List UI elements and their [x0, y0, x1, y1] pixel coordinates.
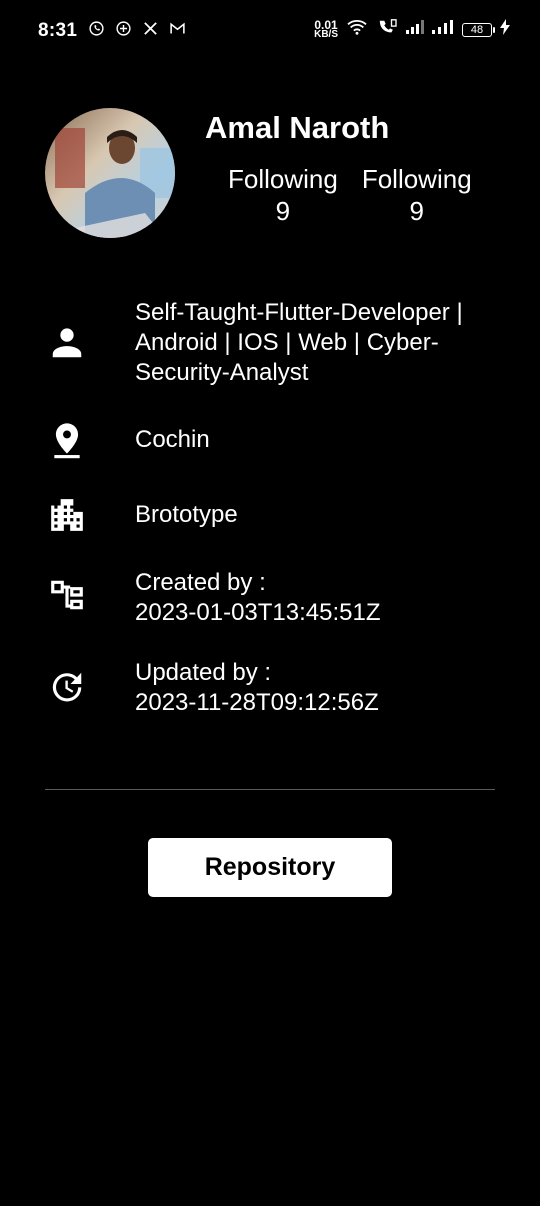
network-speed-unit: KB/S	[314, 28, 338, 40]
stat-value: 9	[275, 196, 291, 226]
company-text: Brototype	[135, 501, 238, 528]
gmail-icon	[169, 20, 186, 42]
whatsapp-icon	[88, 20, 105, 42]
location-pin-icon	[48, 421, 86, 459]
stat-following: Following 9	[362, 163, 472, 227]
status-bar: 8:31 0.01 KB/S 48	[0, 0, 540, 62]
wifi-icon	[346, 18, 368, 41]
created-label: Created by :	[135, 569, 266, 596]
status-time: 8:31	[38, 20, 78, 41]
created-value: 2023-01-03T13:45:51Z	[135, 599, 381, 626]
divider	[45, 789, 495, 790]
updated-value: 2023-11-28T09:12:56Z	[135, 689, 379, 716]
account-tree-icon	[48, 576, 86, 614]
updated-label: Updated by :	[135, 659, 272, 686]
signal-icon	[432, 20, 454, 39]
location-text: Cochin	[135, 426, 210, 453]
updated-text: Updated by : 2023-11-28T09:12:56Z	[135, 658, 495, 718]
profile-name: Amal Naroth	[205, 110, 390, 145]
chat-icon	[115, 20, 132, 42]
signal-icon	[406, 20, 424, 39]
stat-label: Following	[228, 164, 338, 194]
notification-icons	[88, 20, 186, 42]
stat-following: Following 9	[228, 163, 338, 227]
bio-text: Self-Taught-Flutter-Developer | Android …	[135, 299, 463, 386]
battery-level: 48	[470, 23, 484, 36]
network-speed: 0.01 KB/S	[314, 17, 338, 40]
avatar-photo	[55, 128, 175, 238]
charging-icon	[500, 19, 510, 40]
battery-icon: 48	[462, 22, 495, 37]
repository-button[interactable]: Repository	[148, 838, 392, 897]
created-text: Created by : 2023-01-03T13:45:51Z	[135, 568, 495, 628]
stat-value: 9	[409, 196, 424, 226]
x-icon	[142, 20, 159, 42]
update-icon	[48, 668, 86, 706]
person-icon	[48, 324, 86, 362]
volte-call-icon	[376, 18, 398, 41]
system-icons: 0.01 KB/S 48	[314, 18, 510, 41]
network-speed-value: 0.01	[314, 17, 338, 32]
profile-stats: Following 9 Following 9	[228, 163, 472, 227]
building-icon	[48, 496, 86, 534]
avatar	[45, 108, 175, 238]
stat-label: Following	[361, 164, 472, 194]
